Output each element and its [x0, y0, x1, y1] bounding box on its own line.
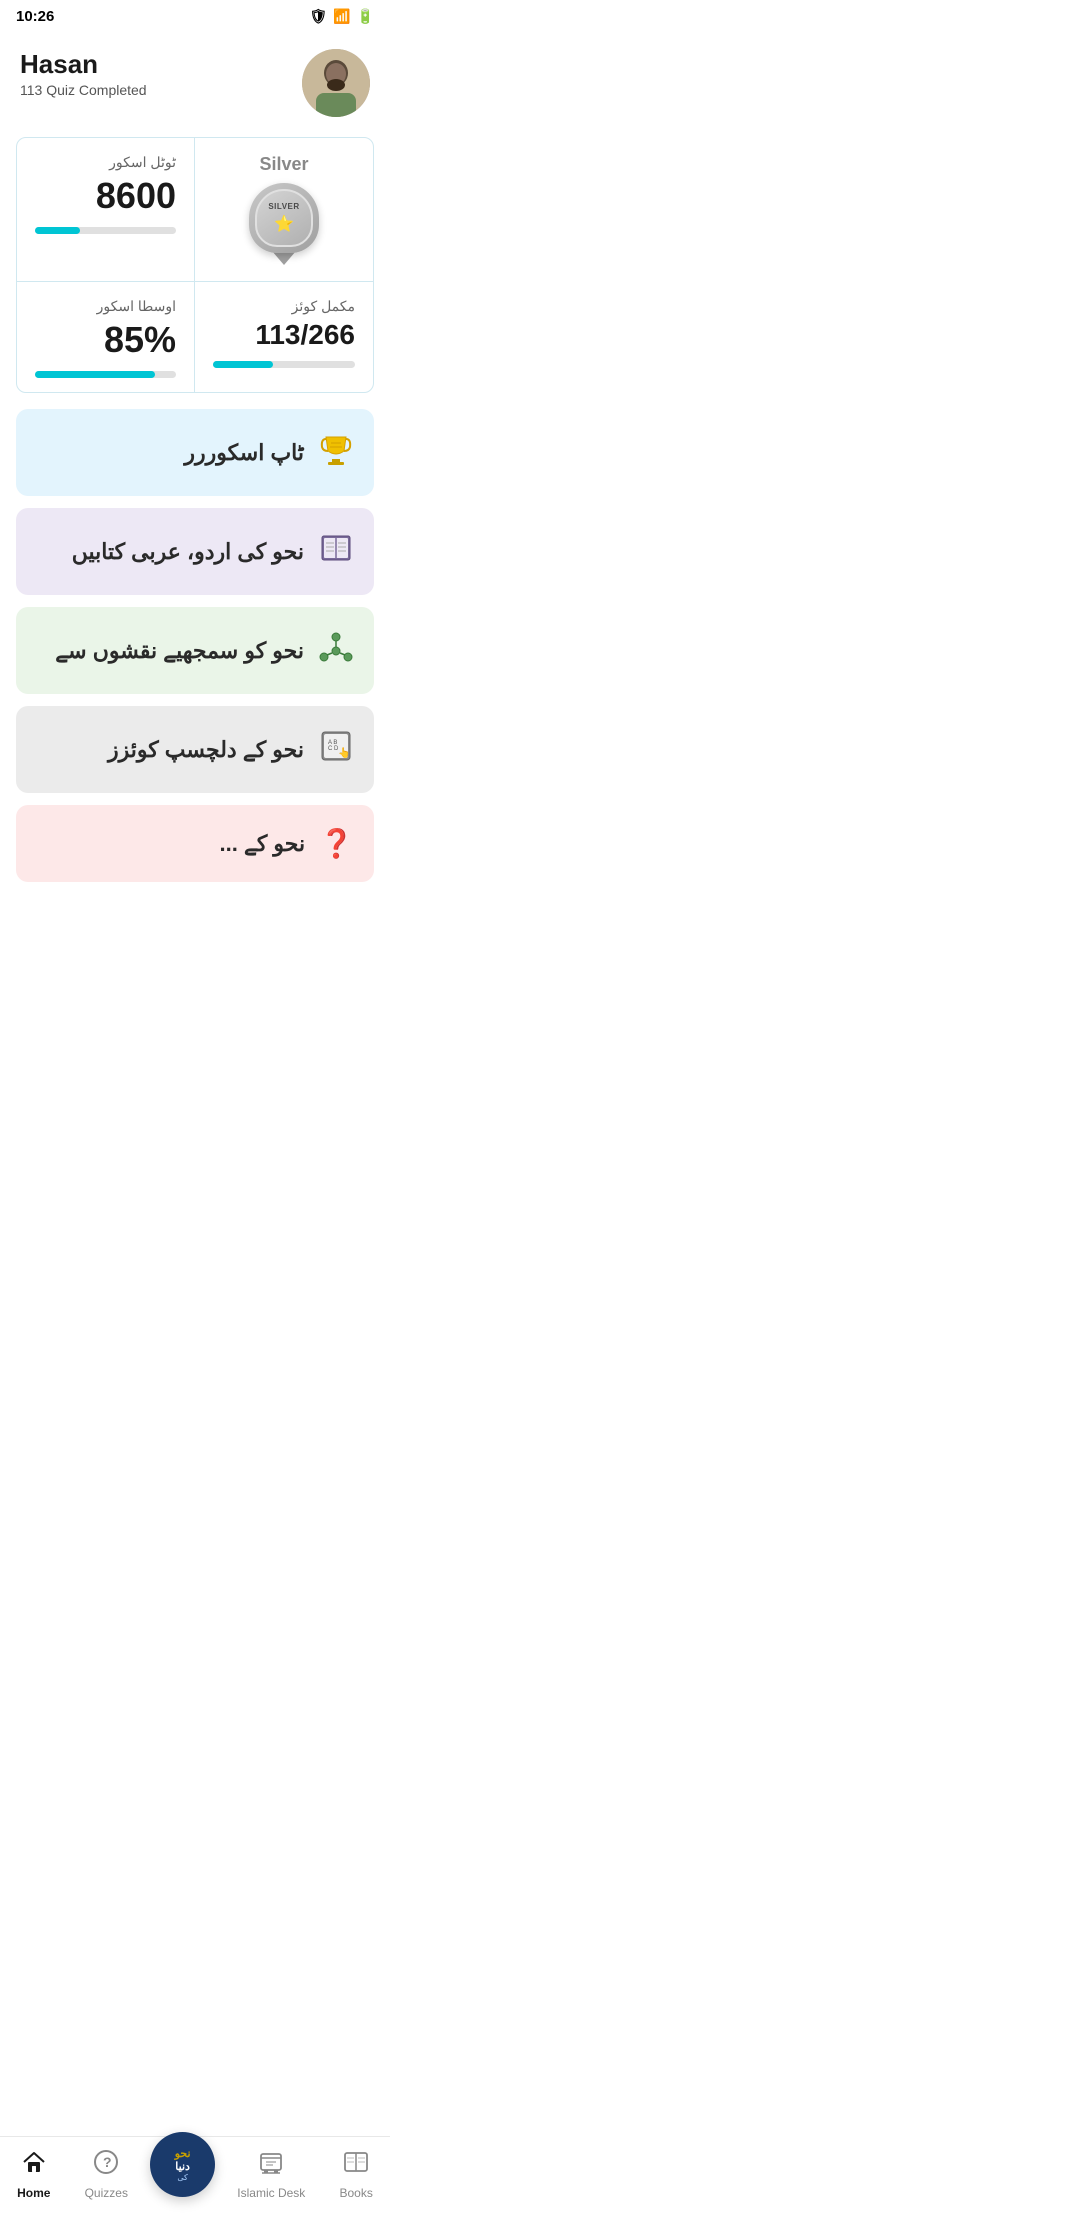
silver-badge-inner: SILVER ⭐	[255, 189, 313, 247]
trophy-icon	[318, 431, 354, 474]
books-nav-icon	[343, 2149, 369, 2182]
quizzes-icon: ?	[93, 2149, 119, 2182]
diagrams-text: نحو کو سمجھیے نقشوں سے	[55, 638, 304, 664]
wifi-icon: 📶	[333, 8, 350, 25]
completed-quizzes-value: 113/266	[255, 319, 355, 351]
nav-home[interactable]: Home	[5, 2145, 62, 2204]
total-score-cell: ٹوٹل اسکور 8600	[17, 138, 195, 282]
average-score-value: 85%	[104, 319, 176, 361]
badge-container: SILVER ⭐	[249, 183, 319, 265]
user-name: Hasan	[20, 49, 147, 80]
book-icon	[318, 530, 354, 573]
badge-star: ⭐	[274, 214, 294, 234]
network-icon	[318, 629, 354, 672]
top-scorers-item[interactable]: ٹاپ اسکوررر	[16, 409, 374, 496]
top-scorers-text: ٹاپ اسکوررر	[184, 440, 304, 466]
interesting-quizzes-text: نحو کے دلچسپ کوئزز	[108, 737, 304, 763]
home-icon	[21, 2149, 47, 2182]
average-score-label: اوسطا اسکور	[97, 298, 176, 315]
fab-text: نحو دنیا کی	[175, 2147, 191, 2182]
average-score-fill	[35, 371, 155, 378]
help-icon: ❓	[319, 827, 354, 860]
badge-label: Silver	[259, 154, 308, 175]
interesting-quizzes-item[interactable]: نحو کے دلچسپ کوئزز A B C D 👆	[16, 706, 374, 793]
quizzes-label: Quizzes	[85, 2186, 128, 2200]
user-info: Hasan 113 Quiz Completed	[20, 49, 147, 98]
home-label: Home	[17, 2186, 50, 2200]
completed-quizzes-label: مکمل کوئز	[292, 298, 355, 315]
total-score-fill	[35, 227, 80, 234]
books-label: Books	[339, 2186, 372, 2200]
stats-grid: ٹوٹل اسکور 8600 Silver SILVER ⭐ اوسطا اس…	[16, 137, 374, 393]
nav-quizzes[interactable]: ? Quizzes	[73, 2145, 140, 2204]
books-item[interactable]: نحو کی اردو، عربی کتابیں	[16, 508, 374, 595]
completed-quizzes-fill	[213, 361, 273, 368]
menu-section: ٹاپ اسکوررر نحو کی اردو، عربی کتابیں	[0, 409, 390, 882]
quiz-icon: A B C D 👆	[318, 728, 354, 771]
header: Hasan 113 Quiz Completed	[0, 33, 390, 127]
islamic-desk-icon	[258, 2149, 284, 2182]
islamic-desk-label: Islamic Desk	[237, 2186, 305, 2200]
total-score-label: ٹوٹل اسکور	[109, 154, 176, 171]
status-bar: 10:26 🛡 📶 🔋	[0, 0, 390, 33]
more-item[interactable]: نحو کے ... ❓	[16, 805, 374, 882]
badge-ribbon	[272, 251, 296, 265]
nav-fab[interactable]: نحو دنیا کی	[150, 2132, 215, 2197]
total-score-value: 8600	[96, 175, 176, 217]
average-score-progress	[35, 371, 176, 378]
status-icons: 🛡 📶 🔋	[309, 8, 374, 25]
avatar-image	[302, 49, 370, 117]
books-text: نحو کی اردو، عربی کتابیں	[72, 539, 304, 565]
completed-quizzes-progress	[213, 361, 355, 368]
quiz-count: 113 Quiz Completed	[20, 82, 147, 98]
bottom-nav: Home ? Quizzes نحو دنیا کی	[0, 2136, 390, 2220]
more-text: نحو کے ...	[220, 831, 306, 857]
badge-cell: Silver SILVER ⭐	[195, 138, 373, 282]
battery-icon: 🔋	[357, 8, 374, 25]
completed-quizzes-cell: مکمل کوئز 113/266	[195, 282, 373, 392]
badge-text: SILVER	[268, 202, 299, 212]
nav-islamic-desk[interactable]: Islamic Desk	[225, 2145, 317, 2204]
bottom-spacer	[0, 882, 390, 972]
shield-icon: 🛡	[309, 8, 327, 25]
total-score-progress	[35, 227, 176, 234]
average-score-cell: اوسطا اسکور 85%	[17, 282, 195, 392]
silver-badge: SILVER ⭐	[249, 183, 319, 253]
svg-text:👆: 👆	[338, 746, 350, 759]
nav-books[interactable]: Books	[327, 2145, 384, 2204]
avatar	[302, 49, 370, 117]
diagrams-item[interactable]: نحو کو سمجھیے نقشوں سے	[16, 607, 374, 694]
svg-text:?: ?	[103, 2154, 112, 2170]
status-time: 10:26	[16, 8, 54, 25]
